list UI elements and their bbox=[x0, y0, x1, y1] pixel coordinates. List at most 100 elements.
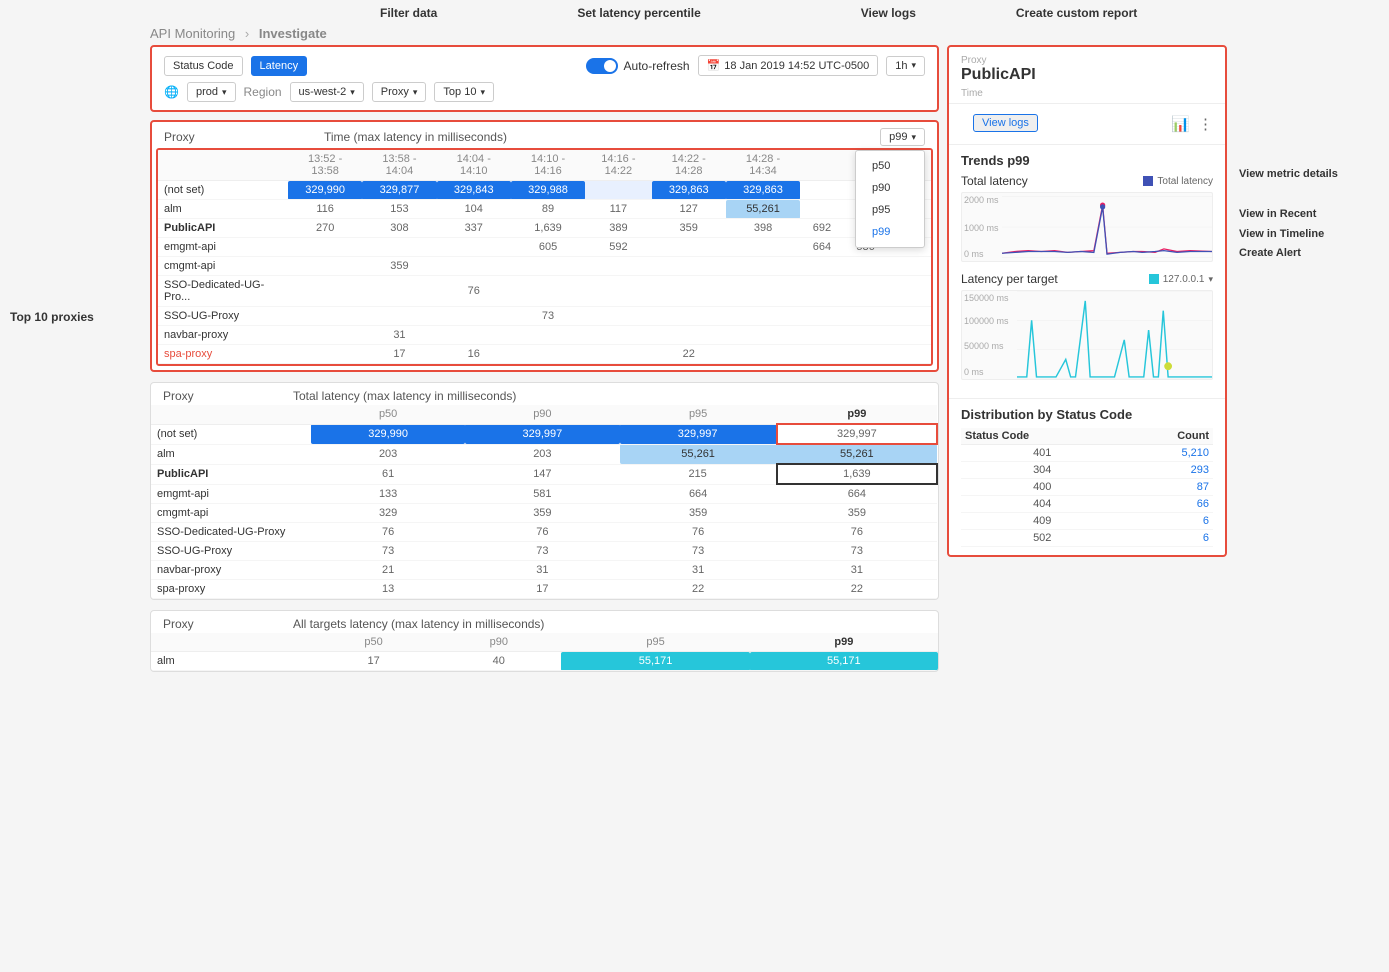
latency-per-target-svg bbox=[1017, 291, 1212, 379]
table-row: alm 17 40 55,171 55,171 bbox=[151, 652, 938, 671]
table-row: spa-proxy 13 17 22 22 bbox=[151, 580, 937, 599]
legend-square bbox=[1143, 176, 1153, 186]
p90-option[interactable]: p90 bbox=[856, 177, 924, 199]
table-row: (not set) 329,990 329,877 329,843 329,98… bbox=[158, 181, 931, 200]
latency-button[interactable]: Latency bbox=[251, 56, 308, 76]
prod-label: prod bbox=[196, 86, 218, 98]
view-logs-annotation: View logs bbox=[861, 6, 916, 20]
calendar-icon: 📅 bbox=[707, 59, 721, 72]
filter-bar: Status Code Latency Auto-refresh 📅 18 Ja… bbox=[150, 45, 939, 112]
proxy-name-title: PublicAPI bbox=[961, 66, 1213, 84]
date-picker[interactable]: 📅 18 Jan 2019 14:52 UTC-0500 bbox=[698, 55, 879, 76]
table-row: (not set) 329,990 329,997 329,997 329,99… bbox=[151, 424, 937, 444]
target-ip-label: 127.0.0.1 bbox=[1163, 274, 1205, 285]
date-value: 18 Jan 2019 14:52 UTC-0500 bbox=[724, 60, 869, 72]
percentile-menu: p50 p90 p95 p99 bbox=[855, 150, 925, 248]
dist-title: Distribution by Status Code bbox=[961, 407, 1213, 422]
table-row: navbar-proxy 31 bbox=[158, 326, 931, 345]
view-logs-button[interactable]: View logs bbox=[973, 114, 1038, 132]
p50-option[interactable]: p50 bbox=[856, 155, 924, 177]
status-code-table: Status Code Count 401 5,210 304 293 bbox=[961, 428, 1213, 547]
top10-label: Top 10 bbox=[443, 86, 476, 98]
view-metric-annotation: View metric details bbox=[1239, 165, 1389, 185]
all-targets-data-table: p50 p90 p95 p99 alm 17 40 55,171 55,171 bbox=[151, 633, 938, 671]
region-dropdown[interactable]: us-west-2 bbox=[290, 82, 364, 102]
set-latency-annotation: Set latency percentile bbox=[577, 6, 700, 20]
region-label: Region bbox=[244, 85, 282, 99]
table-row: navbar-proxy 21 31 31 31 bbox=[151, 561, 937, 580]
latency-per-target-metric: Latency per target 127.0.0.1 ▾ 150000 ms… bbox=[961, 272, 1213, 380]
target-legend-square bbox=[1149, 274, 1159, 284]
latency-proxy-header: Proxy bbox=[164, 130, 284, 144]
table-row: PublicAPI 61 147 215 1,639 bbox=[151, 464, 937, 484]
total-latency-metric: Total latency Total latency 2000 ms 1000… bbox=[961, 174, 1213, 262]
right-annotations: View metric details View in Recent View … bbox=[1239, 45, 1389, 690]
right-panel-header: Proxy PublicAPI Time bbox=[949, 47, 1225, 104]
table-row: emgmt-api 133 581 664 664 bbox=[151, 484, 937, 504]
targets-proxy-header: Proxy bbox=[163, 617, 293, 631]
trends-title: Trends p99 bbox=[961, 153, 1213, 168]
time-range-selector[interactable]: 1h bbox=[886, 56, 925, 76]
total-latency-label: Total latency bbox=[961, 174, 1028, 188]
latency-per-target-label: Latency per target bbox=[961, 272, 1058, 286]
toggle-switch-control[interactable] bbox=[586, 58, 618, 74]
time-range-value: 1h bbox=[895, 60, 907, 72]
list-item: 400 87 bbox=[961, 479, 1213, 496]
count-col-header: Count bbox=[1123, 428, 1213, 445]
all-targets-table: Proxy All targets latency (max latency i… bbox=[150, 610, 939, 672]
list-item: 304 293 bbox=[961, 462, 1213, 479]
table-row: alm 203 203 55,261 55,261 bbox=[151, 444, 937, 464]
target-chevron-icon[interactable]: ▾ bbox=[1208, 274, 1213, 285]
all-targets-header: All targets latency (max latency in mill… bbox=[293, 617, 544, 631]
status-code-button[interactable]: Status Code bbox=[164, 56, 243, 76]
auto-refresh-label: Auto-refresh bbox=[624, 59, 690, 73]
latency-per-target-chart: 150000 ms 100000 ms 50000 ms 0 ms bbox=[961, 290, 1213, 380]
proxy-label: Proxy bbox=[381, 86, 409, 98]
region-value: us-west-2 bbox=[299, 86, 347, 98]
table-row: alm 116 153 104 89 117 127 55,261 bbox=[158, 200, 931, 219]
table-row: PublicAPI 270 308 337 1,639 389 359 398 … bbox=[158, 219, 931, 238]
right-panel: Proxy PublicAPI Time View logs 📊 ⋮ Trend… bbox=[947, 45, 1227, 557]
table-row: cmgmt-api 359 bbox=[158, 257, 931, 276]
latency-data-table: 13:52 -13:58 13:58 -14:04 14:04 -14:10 1… bbox=[158, 150, 931, 364]
table-row: SSO-UG-Proxy 73 73 73 73 bbox=[151, 542, 937, 561]
auto-refresh-toggle[interactable]: Auto-refresh bbox=[586, 58, 690, 74]
list-item: 409 6 bbox=[961, 513, 1213, 530]
total-latency-header: Total latency (max latency in millisecon… bbox=[293, 389, 516, 403]
table-row: spa-proxy 17 16 22 bbox=[158, 345, 931, 364]
page-title: Investigate bbox=[259, 26, 327, 41]
time-small-label: Time bbox=[961, 88, 1213, 99]
percentile-value: p99 bbox=[889, 131, 907, 143]
table-row: cmgmt-api 329 359 359 359 bbox=[151, 504, 937, 523]
bar-chart-icon[interactable]: 📊 bbox=[1171, 115, 1190, 133]
status-code-col-header: Status Code bbox=[961, 428, 1123, 445]
total-latency-table: Proxy Total latency (max latency in mill… bbox=[150, 382, 939, 600]
p99-option[interactable]: p99 bbox=[856, 221, 924, 243]
table-row: SSO-UG-Proxy 73 bbox=[158, 307, 931, 326]
latency-time-header: Time (max latency in milliseconds) bbox=[324, 130, 507, 144]
list-item: 502 6 bbox=[961, 530, 1213, 547]
top10-proxies-annotation: Top 10 proxies bbox=[10, 310, 94, 324]
total-latency-chart: 2000 ms 1000 ms 0 ms bbox=[961, 192, 1213, 262]
total-proxy-header: Proxy bbox=[163, 389, 293, 403]
status-code-distribution: Distribution by Status Code Status Code … bbox=[949, 398, 1225, 555]
legend-label: Total latency bbox=[1157, 176, 1213, 187]
more-options-icon[interactable]: ⋮ bbox=[1198, 115, 1213, 133]
proxy-dropdown[interactable]: Proxy bbox=[372, 82, 427, 102]
prod-dropdown[interactable]: prod bbox=[187, 82, 236, 102]
list-item: 404 66 bbox=[961, 496, 1213, 513]
trends-section: Trends p99 Total latency Total latency 2… bbox=[949, 144, 1225, 398]
latency-time-table: Proxy Time (max latency in milliseconds)… bbox=[150, 120, 939, 372]
p95-option[interactable]: p95 bbox=[856, 199, 924, 221]
chevron-down-icon: ▾ bbox=[911, 132, 916, 143]
top10-dropdown[interactable]: Top 10 bbox=[434, 82, 494, 102]
table-row: SSO-Dedicated-UG-Proxy 76 76 76 76 bbox=[151, 523, 937, 542]
create-alert-annotation: Create Alert bbox=[1239, 244, 1389, 264]
proxy-list-border: 13:52 -13:58 13:58 -14:04 14:04 -14:10 1… bbox=[156, 148, 933, 366]
list-item: 401 5,210 bbox=[961, 445, 1213, 462]
view-timeline-annotation: View in Timeline bbox=[1239, 225, 1389, 245]
create-custom-annotation: Create custom report bbox=[1016, 6, 1137, 20]
target-legend: 127.0.0.1 ▾ bbox=[1149, 274, 1213, 285]
globe-icon: 🌐 bbox=[164, 85, 179, 99]
percentile-dropdown[interactable]: p99 ▾ bbox=[880, 128, 925, 146]
